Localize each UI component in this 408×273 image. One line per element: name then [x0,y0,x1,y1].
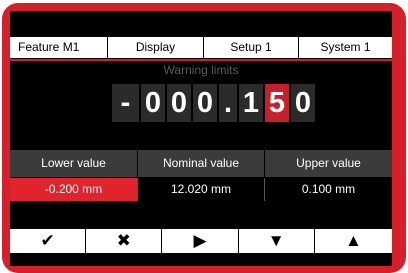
check-icon: ✔ [40,231,55,250]
device-frame: Feature M1 Display Setup 1 System 1 Warn… [2,3,406,273]
reading-digit: 1 [239,84,263,122]
reading-digit: 0 [141,84,165,122]
confirm-button[interactable]: ✔ [10,229,86,253]
tab-feature[interactable]: Feature M1 [10,37,108,58]
up-arrow-icon: ▲ [344,231,362,250]
section-title: Warning limits [163,63,239,77]
reading-digit-selected[interactable]: 5 [265,84,289,122]
tab-system[interactable]: System 1 [299,37,392,58]
tab-setup[interactable]: Setup 1 [204,37,299,58]
next-button[interactable]: ▶ [162,229,238,253]
limits-table-header: Lower value Nominal value Upper value [10,150,392,177]
header-upper-value: Upper value [296,156,361,170]
cancel-button[interactable]: ✖ [86,229,162,253]
header-lower-value: Lower value [10,150,138,177]
tab-display[interactable]: Display [108,37,204,58]
up-button[interactable]: ▲ [314,229,392,253]
reading-digit: 0 [193,84,217,122]
tab-underline [10,59,392,61]
nominal-value-cell[interactable]: 12.020 mm [138,178,265,201]
reading-decimal-point: . [219,84,237,122]
lower-value-cell[interactable]: -0.200 mm [10,178,138,201]
header-nominal-value: Nominal value [138,150,265,177]
play-right-icon: ▶ [193,231,207,250]
reading-digit: 0 [291,84,315,122]
limits-table-row: -0.200 mm 12.020 mm 0.100 mm [10,178,392,201]
display-screen: Feature M1 Display Setup 1 System 1 Warn… [10,11,392,266]
tab-bar: Feature M1 Display Setup 1 System 1 [10,37,392,58]
softkey-bar: ✔ ✖ ▶ ▼ ▲ [10,229,392,253]
upper-value-cell[interactable]: 0.100 mm [265,178,392,201]
down-button[interactable]: ▼ [238,229,314,253]
down-arrow-icon: ▼ [267,231,285,250]
measurement-reading: - 0 0 0 . 1 5 0 [112,84,317,122]
cross-icon: ✖ [116,231,131,250]
reading-sign: - [112,84,139,122]
reading-digit: 0 [167,84,191,122]
